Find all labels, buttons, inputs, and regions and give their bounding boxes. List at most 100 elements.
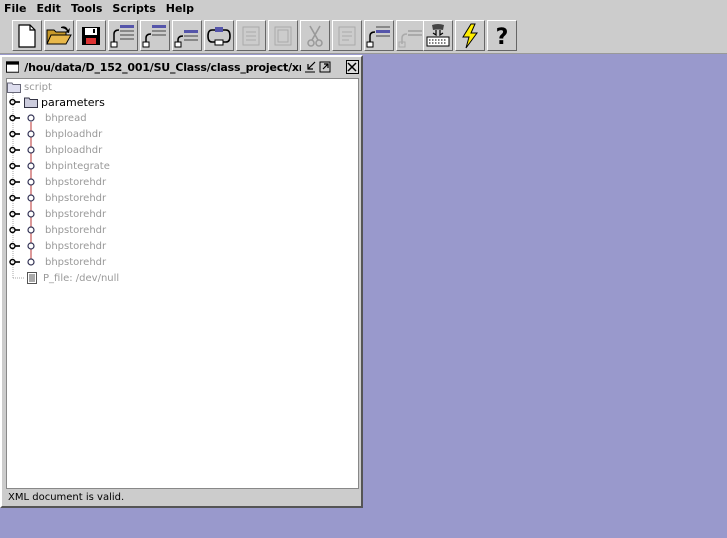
xml-tree-view[interactable]: script parameters bhpread bhploadhdr bhplo… [6, 78, 359, 489]
node-circle-icon [27, 178, 35, 186]
tree-node-script[interactable]: script [7, 79, 52, 95]
disabled-tool-4-button[interactable] [396, 20, 426, 51]
tree-label: script [24, 81, 52, 93]
tree-node-bhpstorehdr[interactable]: bhpstorehdr [9, 206, 106, 222]
tree-node-bhpread[interactable]: bhpread [9, 110, 87, 126]
node-circle-icon [27, 162, 35, 170]
maximize-button[interactable] [318, 60, 331, 74]
floppy-icon [82, 26, 100, 45]
folder-icon [24, 97, 38, 108]
node-circle-icon [27, 210, 35, 218]
toolbar: ? [0, 17, 727, 54]
lightning-icon [462, 23, 478, 48]
node-circle-icon [27, 194, 35, 202]
tree-label: bhploadhdr [45, 144, 103, 156]
tree-node-bhploadhdr[interactable]: bhploadhdr [9, 126, 102, 142]
page-icon [338, 26, 356, 45]
tree-node-bhploadhdr[interactable]: bhploadhdr [9, 142, 102, 158]
expand-key-icon [9, 130, 20, 138]
page-icon [242, 26, 260, 45]
script-tool-3-button[interactable] [172, 20, 202, 51]
scissors-icon [307, 25, 323, 47]
flow-script-icon [366, 25, 390, 47]
window-icon [6, 61, 20, 73]
folder-icon [7, 82, 21, 93]
expand-key-icon [9, 98, 20, 106]
node-circle-icon [27, 114, 35, 122]
menu-file[interactable]: File [0, 0, 32, 17]
question-icon: ? [496, 25, 509, 48]
tree-label: P_file: /dev/null [43, 272, 120, 284]
xml-icon [426, 23, 450, 46]
expand-key-icon [9, 162, 20, 170]
script-tool-4-button[interactable] [364, 20, 394, 51]
frame-title: /hou/data/D_152_001/SU_Class/class_proje… [24, 60, 301, 74]
run-button[interactable] [455, 20, 485, 51]
tree-label: bhpstorehdr [45, 224, 107, 236]
tree-label: bhpstorehdr [45, 176, 107, 188]
close-button[interactable] [345, 60, 359, 74]
menu-tools[interactable]: Tools [66, 0, 107, 17]
tree-node-bhpintegrate[interactable]: bhpintegrate [9, 158, 110, 174]
tree-node-bhpstorehdr[interactable]: bhpstorehdr [9, 174, 106, 190]
flow-script-icon [110, 24, 134, 47]
new-document-button[interactable] [12, 20, 42, 51]
open-folder-icon [46, 25, 72, 44]
flow-script-icon [398, 29, 422, 47]
tree-label: bhpstorehdr [45, 192, 107, 204]
node-circle-icon [27, 226, 35, 234]
expand-key-icon [9, 242, 20, 250]
open-folder-button[interactable] [44, 20, 74, 51]
script-tool-2-button[interactable] [140, 20, 170, 51]
save-button[interactable] [76, 20, 106, 51]
frame-title-bar[interactable]: /hou/data/D_152_001/SU_Class/class_proje… [4, 58, 359, 76]
svg-text:?: ? [496, 25, 509, 48]
expand-key-icon [9, 210, 20, 218]
help-button[interactable]: ? [487, 20, 517, 51]
tree-node-file[interactable]: P_file: /dev/null [27, 270, 119, 286]
tree-node-bhpstorehdr[interactable]: bhpstorehdr [9, 254, 106, 270]
node-circle-icon [27, 258, 35, 266]
new-page-icon [18, 23, 36, 48]
tree-label: bhpstorehdr [45, 256, 107, 268]
file-icon [27, 272, 37, 284]
expand-key-icon [9, 178, 20, 186]
expand-key-icon [9, 194, 20, 202]
node-circle-icon [27, 242, 35, 250]
disabled-tool-1-button[interactable] [236, 20, 266, 51]
tree-label: bhploadhdr [45, 128, 103, 140]
close-icon [347, 62, 357, 72]
tree-label: bhpstorehdr [45, 240, 107, 252]
page-icon [274, 26, 292, 45]
maximize-icon [319, 61, 331, 73]
iconify-button[interactable] [303, 60, 316, 74]
expand-key-icon [9, 146, 20, 154]
tree-label: bhpstorehdr [45, 208, 107, 220]
loop-icon [207, 26, 231, 45]
xml-tool-button[interactable] [423, 20, 453, 51]
node-circle-icon [27, 146, 35, 154]
tree-label: bhpread [45, 112, 87, 124]
script-tool-1-button[interactable] [108, 20, 138, 51]
iconify-icon [304, 61, 316, 73]
menu-help[interactable]: Help [161, 0, 199, 17]
cut-button[interactable] [300, 20, 330, 51]
status-bar: XML document is valid. [8, 492, 125, 503]
menu-bar: File Edit Tools Scripts Help [0, 0, 727, 17]
disabled-tool-3-button[interactable] [332, 20, 362, 51]
tree-label: bhpintegrate [45, 160, 110, 172]
tree-node-bhpstorehdr[interactable]: bhpstorehdr [9, 222, 106, 238]
tree-label: parameters [41, 95, 105, 109]
tree-node-bhpstorehdr[interactable]: bhpstorehdr [9, 190, 106, 206]
disabled-tool-2-button[interactable] [268, 20, 298, 51]
flow-script-icon [174, 29, 198, 47]
tree-node-bhpstorehdr[interactable]: bhpstorehdr [9, 238, 106, 254]
loop-button[interactable] [204, 20, 234, 51]
xml-document-frame[interactable]: /hou/data/D_152_001/SU_Class/class_proje… [0, 55, 363, 508]
expand-key-icon [9, 114, 20, 122]
menu-scripts[interactable]: Scripts [107, 0, 160, 17]
tree-node-parameters[interactable]: parameters [9, 94, 105, 110]
expand-key-icon [9, 258, 20, 266]
flow-script-icon [142, 24, 166, 47]
menu-edit[interactable]: Edit [32, 0, 66, 17]
